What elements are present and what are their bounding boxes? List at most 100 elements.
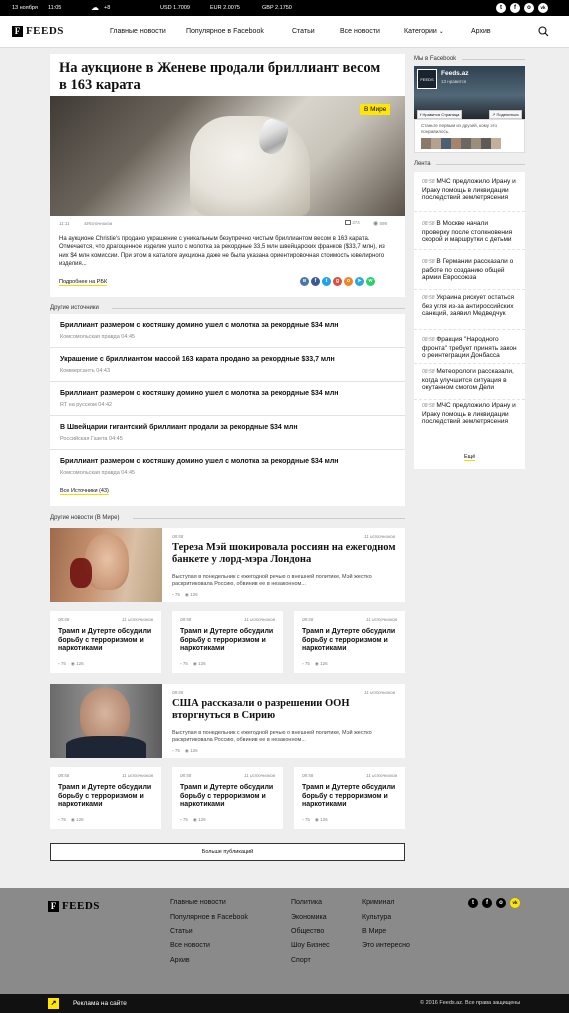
news-sources[interactable]: 11 источников	[122, 617, 153, 622]
footer-link[interactable]: Архив	[170, 957, 190, 964]
news-sources[interactable]: 11 источников	[122, 773, 153, 778]
news-title[interactable]: Трамп и Дутерте обсудили борьбу с террор…	[180, 628, 280, 654]
source-title[interactable]: Бриллиант размером с костяшку домино уше…	[60, 322, 339, 329]
footer-link[interactable]: Экономика	[291, 914, 327, 921]
small-news-card[interactable]: 08:58 11 источников Трамп и Дутерте обсу…	[294, 611, 405, 673]
source-title[interactable]: Бриллиант размером с костяшку домино уше…	[60, 458, 339, 465]
article-title[interactable]: На аукционе в Женеве продали бриллиант в…	[59, 60, 389, 94]
news-title[interactable]: Трамп и Дутерте обсудили борьбу с террор…	[58, 628, 158, 654]
category-badge[interactable]: В Мире	[360, 104, 391, 115]
odnoklassniki-icon[interactable]: o	[496, 898, 506, 908]
feed-text[interactable]: Украина рискует остаться без угля из-за …	[422, 294, 514, 317]
odnoklassniki-share-icon[interactable]: o	[344, 277, 353, 286]
news-title[interactable]: Тереза Мэй шокировала россиян на ежегодн…	[172, 542, 397, 566]
vk-icon[interactable]: vk	[510, 898, 520, 908]
nav-item-popular-facebook[interactable]: Популярное в Facebook	[186, 28, 264, 35]
news-title[interactable]: Трамп и Дутерте обсудили борьбу с террор…	[180, 784, 280, 810]
footer-link[interactable]: Все новости	[170, 942, 210, 949]
telegram-share-icon[interactable]: ➤	[355, 277, 364, 286]
footer-link[interactable]: Главные новости	[170, 899, 226, 906]
news-title[interactable]: Трамп и Дутерте обсудили борьбу с террор…	[58, 784, 158, 810]
facebook-share-icon[interactable]: f	[311, 277, 320, 286]
more-publications-button[interactable]: Больше публикаций	[50, 843, 405, 861]
twitter-icon[interactable]: t	[496, 3, 506, 13]
nav-item-articles[interactable]: Статьи	[292, 28, 315, 35]
footer-link[interactable]: Политика	[291, 899, 322, 906]
news-sources[interactable]: 11 источников	[244, 773, 275, 778]
ads-arrow-icon[interactable]: ↗	[48, 998, 59, 1009]
odnoklassniki-icon[interactable]: o	[524, 3, 534, 13]
news-time: 08:58	[172, 690, 184, 695]
facebook-like-button[interactable]: f Нравится Страница	[417, 110, 463, 119]
feed-item[interactable]: 08:58 МЧС предложило Ирану и Ираку помощ…	[414, 172, 525, 212]
article-sources[interactable]: 4Источников	[84, 221, 112, 226]
footer-link[interactable]: Это интересно	[362, 942, 410, 949]
facebook-page-cover[interactable]: FEEDS Feeds.az 13 нравится f Нравится Ст…	[414, 66, 525, 119]
vk-icon[interactable]: vk	[538, 3, 548, 13]
source-row[interactable]: Бриллиант размером с костяшку домино уше…	[50, 314, 405, 348]
feed-more-link[interactable]: Ещё	[464, 454, 476, 461]
footer-link[interactable]: В Мире	[362, 928, 386, 935]
feed-item[interactable]: 08:58 В Москве начали проверку после сто…	[414, 214, 525, 250]
news-sources[interactable]: 11 источников	[366, 773, 397, 778]
feed-item[interactable]: 08:58 В Германии рассказали о работе по …	[414, 252, 525, 290]
site-logo[interactable]: F FEEDS	[12, 26, 64, 38]
vk-share-icon[interactable]: в	[300, 277, 309, 286]
big-news-card[interactable]: 08:58 11 источников США рассказали о раз…	[50, 684, 405, 758]
feed-item[interactable]: 08:58 МЧС предложило Ирану и Ираку помощ…	[414, 396, 525, 436]
big-news-card[interactable]: 08:58 11 источников Тереза Мэй шокировал…	[50, 528, 405, 602]
footer-link[interactable]: Спорт	[291, 957, 311, 964]
footer-link[interactable]: Культура	[362, 914, 391, 921]
facebook-icon[interactable]: f	[482, 898, 492, 908]
feed-item[interactable]: 08:58 Метеорологи рассказали, когда улуч…	[414, 362, 525, 400]
news-sources[interactable]: 11 источников	[366, 617, 397, 622]
news-title[interactable]: Трамп и Дутерте обсудили борьбу с террор…	[302, 628, 402, 654]
footer-link[interactable]: Криминал	[362, 899, 394, 906]
feed-text[interactable]: Фракция "Народного фронта" требует приня…	[422, 336, 517, 359]
footer-link[interactable]: Шоу Бизнес	[291, 942, 330, 949]
small-news-card[interactable]: 08:58 11 источников Трамп и Дутерте обсу…	[172, 611, 283, 673]
source-row[interactable]: Бриллиант размером с костяшку домино уше…	[50, 382, 405, 416]
news-title[interactable]: США рассказали о разрешении ООН вторгнут…	[172, 698, 397, 722]
feed-text[interactable]: МЧС предложило Ирану и Ираку помощь в ли…	[422, 178, 516, 201]
source-row[interactable]: В Швейцарии гигантский бриллиант продали…	[50, 416, 405, 450]
read-more-link[interactable]: Подробнее на РБК	[59, 279, 108, 286]
search-icon[interactable]	[538, 26, 549, 37]
googleplus-share-icon[interactable]: g	[333, 277, 342, 286]
source-title[interactable]: В Швейцарии гигантский бриллиант продали…	[60, 424, 298, 431]
source-row[interactable]: Бриллиант размером с костяшку домино уше…	[50, 450, 405, 484]
twitter-share-icon[interactable]: t	[322, 277, 331, 286]
source-title[interactable]: Бриллиант размером с костяшку домино уше…	[60, 390, 339, 397]
twitter-icon[interactable]: t	[468, 898, 478, 908]
whatsapp-share-icon[interactable]: w	[366, 277, 375, 286]
footer-link[interactable]: Статьи	[170, 928, 193, 935]
feed-text[interactable]: МЧС предложило Ирану и Ираку помощь в ли…	[422, 402, 516, 425]
nav-item-all-news[interactable]: Все новости	[340, 28, 380, 35]
facebook-page-name[interactable]: Feeds.az	[441, 70, 468, 77]
ads-link[interactable]: Реклама на сайте	[73, 1000, 127, 1007]
feed-text[interactable]: В Германии рассказали о работе по создан…	[422, 258, 513, 281]
footer-logo[interactable]: F FEEDS	[48, 901, 100, 913]
small-news-card[interactable]: 08:58 11 источников Трамп и Дутерте обсу…	[50, 611, 161, 673]
nav-item-main-news[interactable]: Главные новости	[110, 28, 166, 35]
facebook-icon[interactable]: f	[510, 3, 520, 13]
all-sources-link[interactable]: Все Источники (43)	[60, 488, 109, 495]
footer-link[interactable]: Общество	[291, 928, 324, 935]
footer-link[interactable]: Популярное в Facebook	[170, 914, 248, 921]
source-row[interactable]: Украшение с бриллиантом массой 163 карат…	[50, 348, 405, 382]
feed-text[interactable]: В Москве начали проверку после столкнове…	[422, 220, 512, 243]
nav-item-categories[interactable]: Категории ⌄	[404, 28, 444, 35]
source-title[interactable]: Украшение с бриллиантом массой 163 карат…	[60, 356, 335, 363]
small-news-card[interactable]: 08:58 11 источников Трамп и Дутерте обсу…	[294, 767, 405, 829]
feed-item[interactable]: 08:58 Фракция "Народного фронта" требует…	[414, 330, 525, 364]
news-sources[interactable]: 11 источников	[364, 690, 395, 695]
small-news-card[interactable]: 08:58 11 источников Трамп и Дутерте обсу…	[172, 767, 283, 829]
facebook-share-button[interactable]: ↗ Поделиться	[489, 110, 522, 119]
news-title[interactable]: Трамп и Дутерте обсудили борьбу с террор…	[302, 784, 402, 810]
small-news-card[interactable]: 08:58 11 источников Трамп и Дутерте обсу…	[50, 767, 161, 829]
news-sources[interactable]: 11 источников	[244, 617, 275, 622]
nav-item-archive[interactable]: Архив	[471, 28, 491, 35]
feed-item[interactable]: 08:58 Украина рискует остаться без угля …	[414, 288, 525, 330]
feed-text[interactable]: Метеорологи рассказали, когда улучшится …	[422, 368, 514, 391]
news-sources[interactable]: 11 источников	[364, 534, 395, 539]
